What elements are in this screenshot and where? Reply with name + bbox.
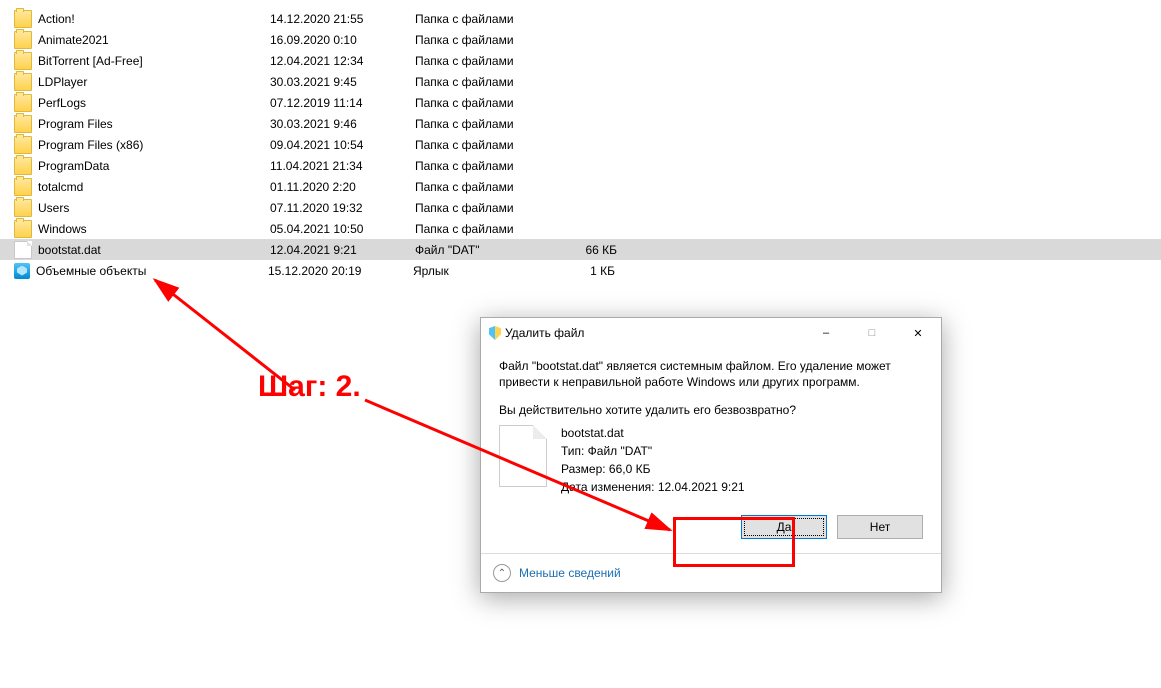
file-type: Папка с файлами bbox=[415, 159, 555, 173]
file-type: Папка с файлами bbox=[415, 54, 555, 68]
folder-icon bbox=[14, 220, 32, 238]
file-type: Папка с файлами bbox=[415, 117, 555, 131]
file-row[interactable]: BitTorrent [Ad-Free]12.04.2021 12:34Папк… bbox=[0, 50, 1161, 71]
shield-icon bbox=[489, 326, 501, 340]
file-row[interactable]: Animate202116.09.2020 0:10Папка с файлам… bbox=[0, 29, 1161, 50]
file-date: 30.03.2021 9:46 bbox=[270, 117, 415, 131]
file-name: bootstat.dat bbox=[38, 243, 270, 257]
annotation-step-label: Шаг: 2. bbox=[258, 370, 361, 404]
dialog-warning-text: Файл "bootstat.dat" является системным ф… bbox=[499, 358, 923, 390]
file-details: bootstat.dat Тип: Файл "DAT" Размер: 66,… bbox=[499, 425, 923, 498]
folder-icon bbox=[14, 94, 32, 112]
dialog-body: Файл "bootstat.dat" является системным ф… bbox=[481, 348, 941, 511]
file-row[interactable]: LDPlayer30.03.2021 9:45Папка с файлами bbox=[0, 71, 1161, 92]
file-row[interactable]: ProgramData11.04.2021 21:34Папка с файла… bbox=[0, 155, 1161, 176]
file-name: BitTorrent [Ad-Free] bbox=[38, 54, 270, 68]
file-date: 01.11.2020 2:20 bbox=[270, 180, 415, 194]
yes-button[interactable]: Да bbox=[741, 515, 827, 539]
folder-icon bbox=[14, 73, 32, 91]
file-name: Объемные объекты bbox=[36, 264, 268, 278]
file-date: 07.11.2020 19:32 bbox=[270, 201, 415, 215]
folder-icon bbox=[14, 31, 32, 49]
file-type: Папка с файлами bbox=[415, 138, 555, 152]
minimize-button[interactable]: – bbox=[803, 318, 849, 348]
file-date: 11.04.2021 21:34 bbox=[270, 159, 415, 173]
file-list: Action!14.12.2020 21:55Папка с файламиAn… bbox=[0, 0, 1161, 281]
file-row[interactable]: Объемные объекты15.12.2020 20:19Ярлык1 К… bbox=[0, 260, 1161, 281]
folder-icon bbox=[14, 199, 32, 217]
maximize-button[interactable]: □ bbox=[849, 318, 895, 348]
folder-icon bbox=[14, 115, 32, 133]
delete-file-dialog: Удалить файл – □ ✕ Файл "bootstat.dat" я… bbox=[480, 317, 942, 593]
file-row[interactable]: bootstat.dat12.04.2021 9:21Файл "DAT"66 … bbox=[0, 239, 1161, 260]
file-row[interactable]: PerfLogs07.12.2019 11:14Папка с файлами bbox=[0, 92, 1161, 113]
file-date: 12.04.2021 12:34 bbox=[270, 54, 415, 68]
file-date: 30.03.2021 9:45 bbox=[270, 75, 415, 89]
file-name: Action! bbox=[38, 12, 270, 26]
folder-icon bbox=[14, 52, 32, 70]
file-date: 05.04.2021 10:50 bbox=[270, 222, 415, 236]
3d-objects-icon bbox=[14, 263, 30, 279]
file-detail-lines: bootstat.dat Тип: Файл "DAT" Размер: 66,… bbox=[561, 425, 745, 498]
file-type: Ярлык bbox=[413, 264, 553, 278]
file-date: 16.09.2020 0:10 bbox=[270, 33, 415, 47]
file-size: 66 КБ bbox=[555, 243, 617, 257]
file-date: 12.04.2021 9:21 bbox=[270, 243, 415, 257]
less-info-toggle[interactable]: ⌃ Меньше сведений bbox=[481, 553, 941, 592]
dialog-title: Удалить файл bbox=[505, 326, 803, 340]
file-type: Папка с файлами bbox=[415, 75, 555, 89]
less-info-label: Меньше сведений bbox=[519, 566, 621, 580]
file-name: Program Files bbox=[38, 117, 270, 131]
folder-icon bbox=[14, 157, 32, 175]
dialog-titlebar[interactable]: Удалить файл – □ ✕ bbox=[481, 318, 941, 348]
chevron-up-icon: ⌃ bbox=[493, 564, 511, 582]
file-row[interactable]: totalcmd01.11.2020 2:20Папка с файлами bbox=[0, 176, 1161, 197]
detail-date: Дата изменения: 12.04.2021 9:21 bbox=[561, 479, 745, 495]
file-icon bbox=[14, 241, 32, 259]
folder-icon bbox=[14, 136, 32, 154]
no-button[interactable]: Нет bbox=[837, 515, 923, 539]
file-row[interactable]: Windows05.04.2021 10:50Папка с файлами bbox=[0, 218, 1161, 239]
file-date: 07.12.2019 11:14 bbox=[270, 96, 415, 110]
file-type: Папка с файлами bbox=[415, 180, 555, 194]
dialog-button-row: Да Нет bbox=[481, 511, 941, 553]
file-name: LDPlayer bbox=[38, 75, 270, 89]
file-name: Program Files (x86) bbox=[38, 138, 270, 152]
file-type: Папка с файлами bbox=[415, 96, 555, 110]
file-date: 09.04.2021 10:54 bbox=[270, 138, 415, 152]
file-row[interactable]: Program Files30.03.2021 9:46Папка с файл… bbox=[0, 113, 1161, 134]
file-date: 14.12.2020 21:55 bbox=[270, 12, 415, 26]
file-type: Папка с файлами bbox=[415, 33, 555, 47]
file-icon bbox=[499, 425, 547, 487]
file-name: Windows bbox=[38, 222, 270, 236]
file-row[interactable]: Program Files (x86)09.04.2021 10:54Папка… bbox=[0, 134, 1161, 155]
detail-size: Размер: 66,0 КБ bbox=[561, 461, 745, 477]
file-name: ProgramData bbox=[38, 159, 270, 173]
detail-filename: bootstat.dat bbox=[561, 425, 745, 441]
folder-icon bbox=[14, 10, 32, 28]
file-size: 1 КБ bbox=[553, 264, 615, 278]
dialog-confirm-text: Вы действительно хотите удалить его безв… bbox=[499, 402, 923, 418]
folder-icon bbox=[14, 178, 32, 196]
file-name: Animate2021 bbox=[38, 33, 270, 47]
detail-type: Тип: Файл "DAT" bbox=[561, 443, 745, 459]
file-name: Users bbox=[38, 201, 270, 215]
close-button[interactable]: ✕ bbox=[895, 318, 941, 348]
file-type: Файл "DAT" bbox=[415, 243, 555, 257]
file-name: PerfLogs bbox=[38, 96, 270, 110]
file-type: Папка с файлами bbox=[415, 12, 555, 26]
file-date: 15.12.2020 20:19 bbox=[268, 264, 413, 278]
file-type: Папка с файлами bbox=[415, 222, 555, 236]
file-name: totalcmd bbox=[38, 180, 270, 194]
file-row[interactable]: Action!14.12.2020 21:55Папка с файлами bbox=[0, 8, 1161, 29]
file-row[interactable]: Users07.11.2020 19:32Папка с файлами bbox=[0, 197, 1161, 218]
file-type: Папка с файлами bbox=[415, 201, 555, 215]
